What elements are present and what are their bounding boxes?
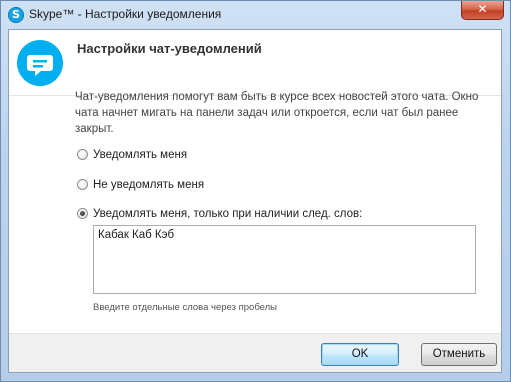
window-title: Skype™ - Настройки уведомления bbox=[29, 7, 222, 21]
option-label[interactable]: Не уведомлять меня bbox=[93, 177, 204, 193]
option-label[interactable]: Уведомлять меня bbox=[93, 147, 187, 163]
button-bar: OK Отменить bbox=[9, 333, 501, 372]
close-icon: ✕ bbox=[477, 2, 488, 16]
chat-bubble-icon bbox=[17, 40, 63, 86]
header-panel: Настройки чат-уведомлений bbox=[9, 30, 501, 96]
dialog-content: Настройки чат-уведомлений Чат-уведомлени… bbox=[8, 29, 502, 373]
radio-button[interactable] bbox=[77, 179, 88, 190]
close-button[interactable]: ✕ bbox=[461, 1, 504, 20]
radio-button-selected[interactable] bbox=[77, 208, 88, 219]
keywords-hint: Введите отдельные слова через пробелы bbox=[93, 302, 277, 313]
keywords-textarea[interactable]: Кабак Каб Кэб bbox=[93, 225, 476, 294]
skype-logo-letter: S bbox=[12, 8, 20, 21]
title-bar[interactable]: S Skype™ - Настройки уведомления ✕ bbox=[1, 1, 510, 29]
ok-button[interactable]: OK bbox=[321, 343, 399, 366]
description-text: Чат-уведомления помогут вам быть в курсе… bbox=[75, 91, 479, 135]
radio-selected-dot bbox=[80, 211, 85, 216]
cancel-button[interactable]: Отменить bbox=[421, 343, 497, 366]
skype-logo-icon: S bbox=[8, 7, 24, 23]
dialog-window: S Skype™ - Настройки уведомления ✕ Настр… bbox=[0, 0, 511, 382]
page-title: Настройки чат-уведомлений bbox=[77, 41, 262, 56]
option-label[interactable]: Уведомлять меня, только при наличии след… bbox=[93, 206, 362, 222]
keywords-value: Кабак Каб Кэб bbox=[98, 229, 175, 241]
radio-button[interactable] bbox=[77, 149, 88, 160]
